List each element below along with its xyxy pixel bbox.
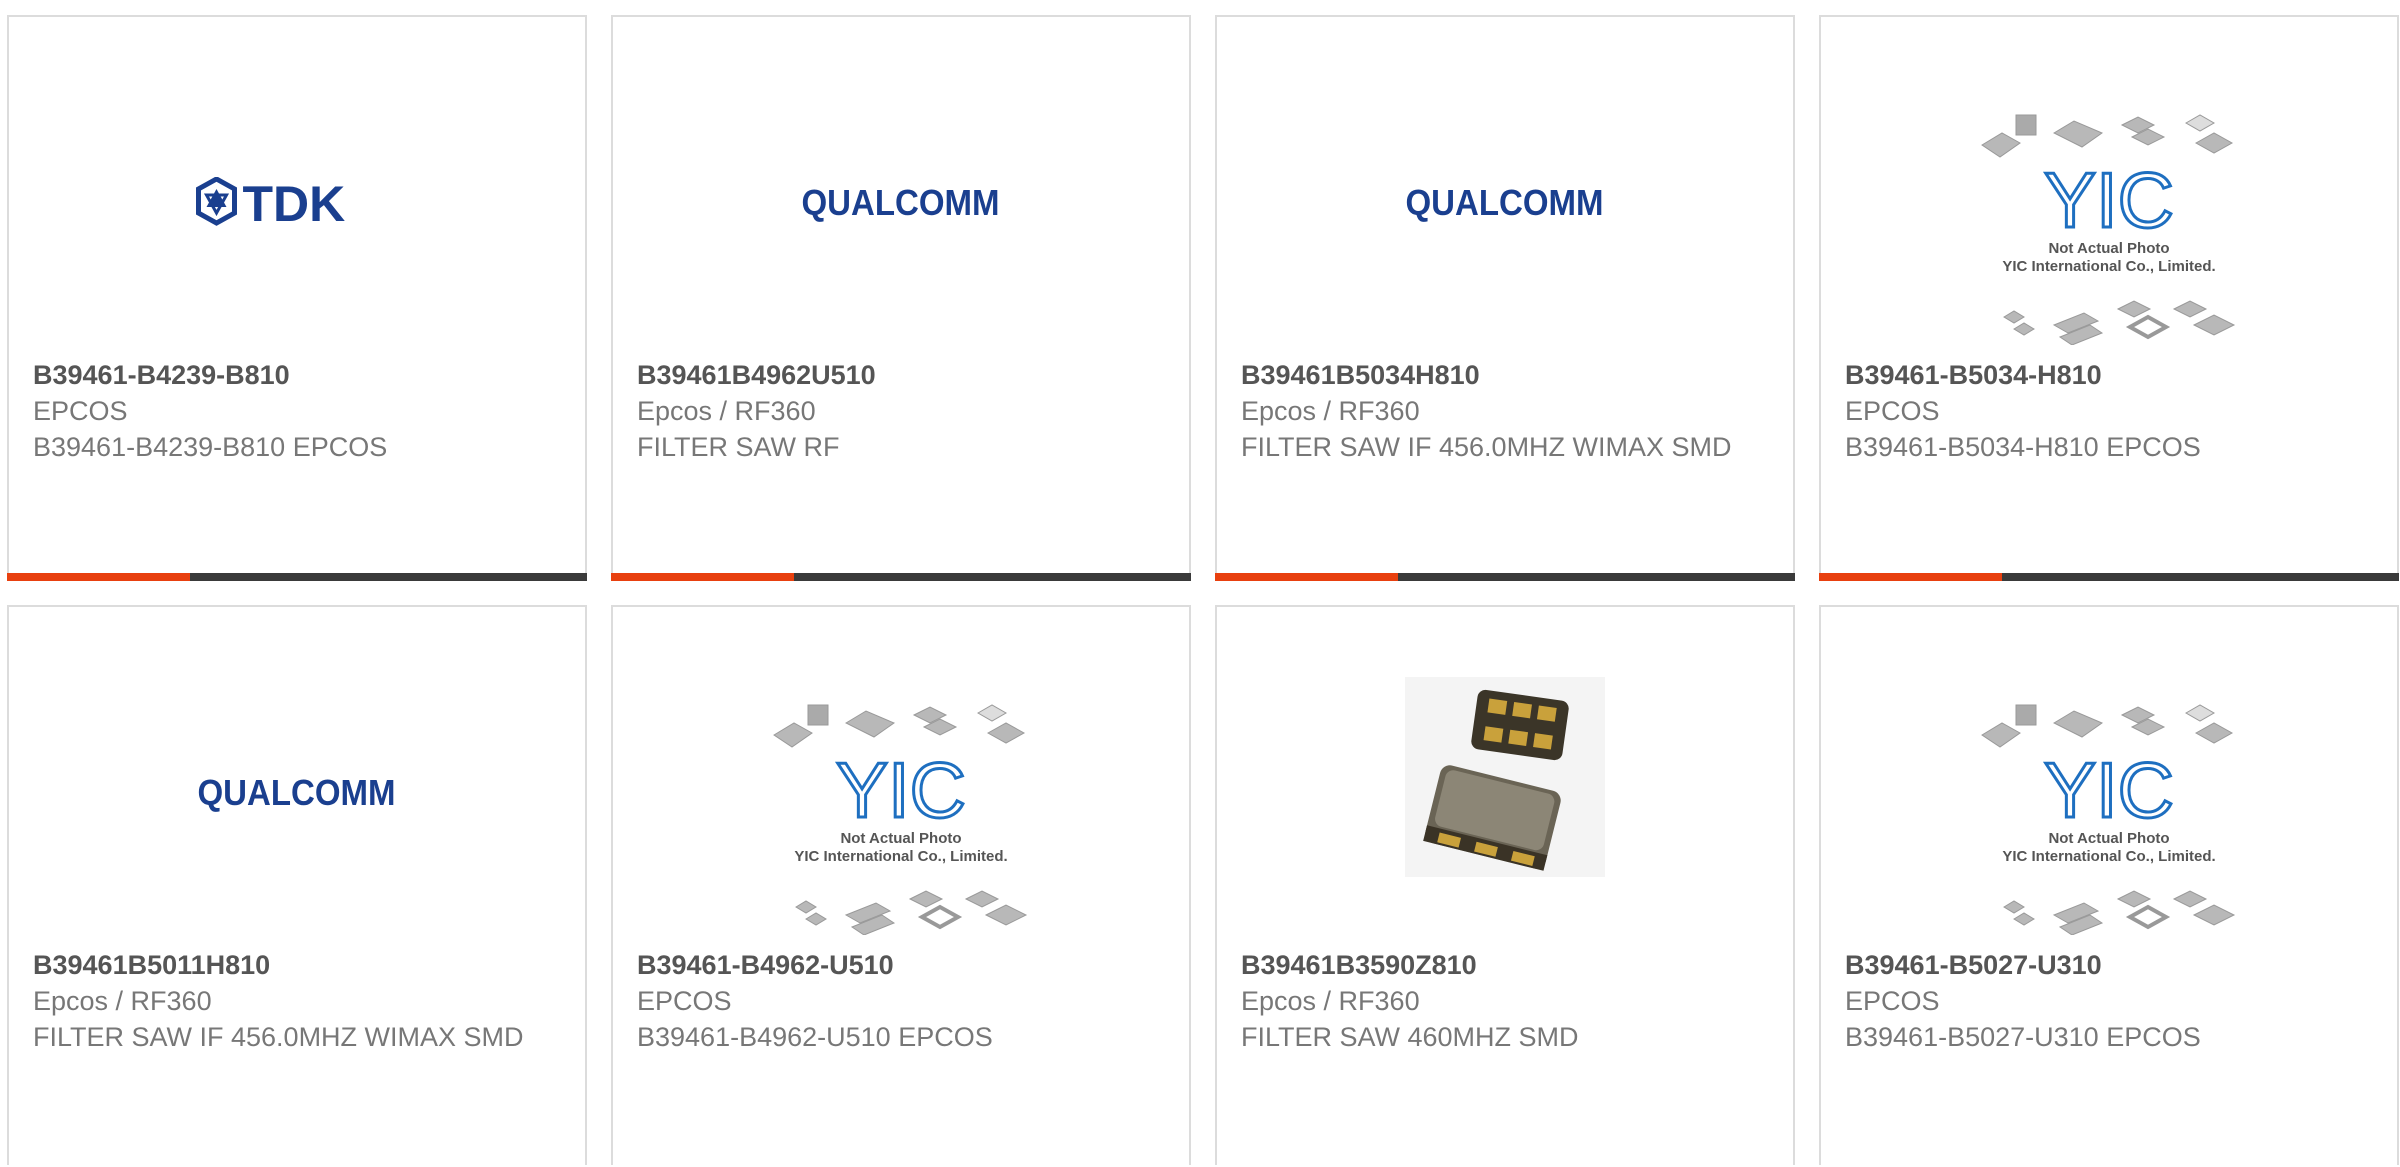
- product-card[interactable]: B39461B3590Z810 Epcos / RF360 FILTER SAW…: [1215, 605, 1795, 1165]
- manufacturer: EPCOS: [33, 396, 128, 426]
- card-accent-bar: [611, 573, 794, 581]
- qualcomm-logo-text: QUALCOMM: [1406, 182, 1604, 223]
- manufacturer: EPCOS: [1845, 396, 1940, 426]
- product-grid: TDK B39461-B4239-B810 EPCOS B39461-B4239…: [7, 15, 2400, 1165]
- qualcomm-logo-text: QUALCOMM: [802, 182, 1000, 223]
- manufacturer: EPCOS: [1845, 986, 1940, 1016]
- product-image-area: YIC Not Actual Photo YIC International C…: [1821, 607, 2397, 952]
- yic-logo-text: YIC: [836, 746, 966, 834]
- description: B39461-B4239-B810 EPCOS: [33, 432, 388, 462]
- saw-filter-photo: [1405, 677, 1605, 877]
- part-number[interactable]: B39461-B5034-H810: [1845, 357, 2377, 393]
- part-number[interactable]: B39461B4962U510: [637, 357, 1169, 393]
- product-card[interactable]: YIC Not Actual Photo YIC International C…: [1819, 605, 2399, 1165]
- description: FILTER SAW RF: [637, 432, 840, 462]
- manufacturer: Epcos / RF360: [1241, 986, 1420, 1016]
- yic-caption-line2: YIC International Co., Limited.: [2002, 258, 2215, 275]
- card-accent-bar: [1215, 573, 1398, 581]
- manufacturer: Epcos / RF360: [1241, 396, 1420, 426]
- product-image-area: QUALCOMM: [1217, 17, 1793, 362]
- product-info: B39461B4962U510 Epcos / RF360 FILTER SAW…: [637, 357, 1169, 465]
- product-card[interactable]: QUALCOMM B39461B4962U510 Epcos / RF360 F…: [611, 15, 1191, 581]
- product-card[interactable]: QUALCOMM B39461B5011H810 Epcos / RF360 F…: [7, 605, 587, 1165]
- product-card[interactable]: YIC Not Actual Photo YIC International C…: [611, 605, 1191, 1165]
- product-card[interactable]: YIC Not Actual Photo YIC International C…: [1819, 15, 2399, 581]
- card-bottom-bar: [7, 573, 587, 581]
- description: FILTER SAW IF 456.0MHZ WIMAX SMD: [1241, 432, 1732, 462]
- card-accent-bar: [1819, 573, 2002, 581]
- qualcomm-logo: QUALCOMM: [802, 182, 1000, 223]
- product-image-area: [1217, 607, 1793, 952]
- product-info: B39461B3590Z810 Epcos / RF360 FILTER SAW…: [1241, 947, 1773, 1055]
- description: B39461-B4962-U510 EPCOS: [637, 1022, 993, 1052]
- card-bottom-bar: [1819, 573, 2399, 581]
- product-image-area: YIC Not Actual Photo YIC International C…: [1821, 17, 2397, 362]
- description: FILTER SAW 460MHZ SMD: [1241, 1022, 1579, 1052]
- card-bottom-bar: [611, 573, 1191, 581]
- qualcomm-logo: QUALCOMM: [1406, 182, 1604, 223]
- yic-caption-line1: Not Actual Photo: [2048, 830, 2169, 847]
- manufacturer: EPCOS: [637, 986, 732, 1016]
- yic-placeholder-image: YIC Not Actual Photo YIC International C…: [1981, 704, 2236, 935]
- part-number[interactable]: B39461B3590Z810: [1241, 947, 1773, 983]
- card-bottom-bar: [1215, 573, 1795, 581]
- tdk-logo-text: TDK: [243, 177, 346, 227]
- product-image-area: TDK: [9, 17, 585, 362]
- product-image-area: QUALCOMM: [9, 607, 585, 952]
- product-card[interactable]: TDK B39461-B4239-B810 EPCOS B39461-B4239…: [7, 15, 587, 581]
- product-info: B39461-B4962-U510 EPCOS B39461-B4962-U51…: [637, 947, 1169, 1055]
- qualcomm-logo: QUALCOMM: [198, 772, 396, 813]
- tdk-logo: TDK: [196, 177, 346, 227]
- yic-caption-line1: Not Actual Photo: [840, 830, 961, 847]
- product-info: B39461-B5034-H810 EPCOS B39461-B5034-H81…: [1845, 357, 2377, 465]
- part-number[interactable]: B39461-B5027-U310: [1845, 947, 2377, 983]
- description: B39461-B5034-H810 EPCOS: [1845, 432, 2201, 462]
- part-number[interactable]: B39461-B4239-B810: [33, 357, 565, 393]
- card-accent-bar: [7, 573, 190, 581]
- product-card[interactable]: QUALCOMM B39461B5034H810 Epcos / RF360 F…: [1215, 15, 1795, 581]
- product-info: B39461B5034H810 Epcos / RF360 FILTER SAW…: [1241, 357, 1773, 465]
- manufacturer: Epcos / RF360: [33, 986, 212, 1016]
- yic-caption-line2: YIC International Co., Limited.: [2002, 848, 2215, 865]
- product-info: B39461-B4239-B810 EPCOS B39461-B4239-B81…: [33, 357, 565, 465]
- yic-placeholder-image: YIC Not Actual Photo YIC International C…: [773, 704, 1028, 935]
- yic-logo-text: YIC: [2044, 746, 2174, 834]
- part-number[interactable]: B39461B5034H810: [1241, 357, 1773, 393]
- yic-placeholder-image: YIC Not Actual Photo YIC International C…: [1981, 114, 2236, 345]
- yic-caption-line1: Not Actual Photo: [2048, 240, 2169, 257]
- product-image-area: QUALCOMM: [613, 17, 1189, 362]
- yic-caption-line2: YIC International Co., Limited.: [794, 848, 1007, 865]
- description: B39461-B5027-U310 EPCOS: [1845, 1022, 2201, 1052]
- qualcomm-logo-text: QUALCOMM: [198, 772, 396, 813]
- part-number[interactable]: B39461B5011H810: [33, 947, 565, 983]
- part-number[interactable]: B39461-B4962-U510: [637, 947, 1169, 983]
- manufacturer: Epcos / RF360: [637, 396, 816, 426]
- product-info: B39461-B5027-U310 EPCOS B39461-B5027-U31…: [1845, 947, 2377, 1055]
- product-info: B39461B5011H810 Epcos / RF360 FILTER SAW…: [33, 947, 565, 1055]
- product-image-area: YIC Not Actual Photo YIC International C…: [613, 607, 1189, 952]
- yic-logo-text: YIC: [2044, 156, 2174, 244]
- description: FILTER SAW IF 456.0MHZ WIMAX SMD: [33, 1022, 524, 1052]
